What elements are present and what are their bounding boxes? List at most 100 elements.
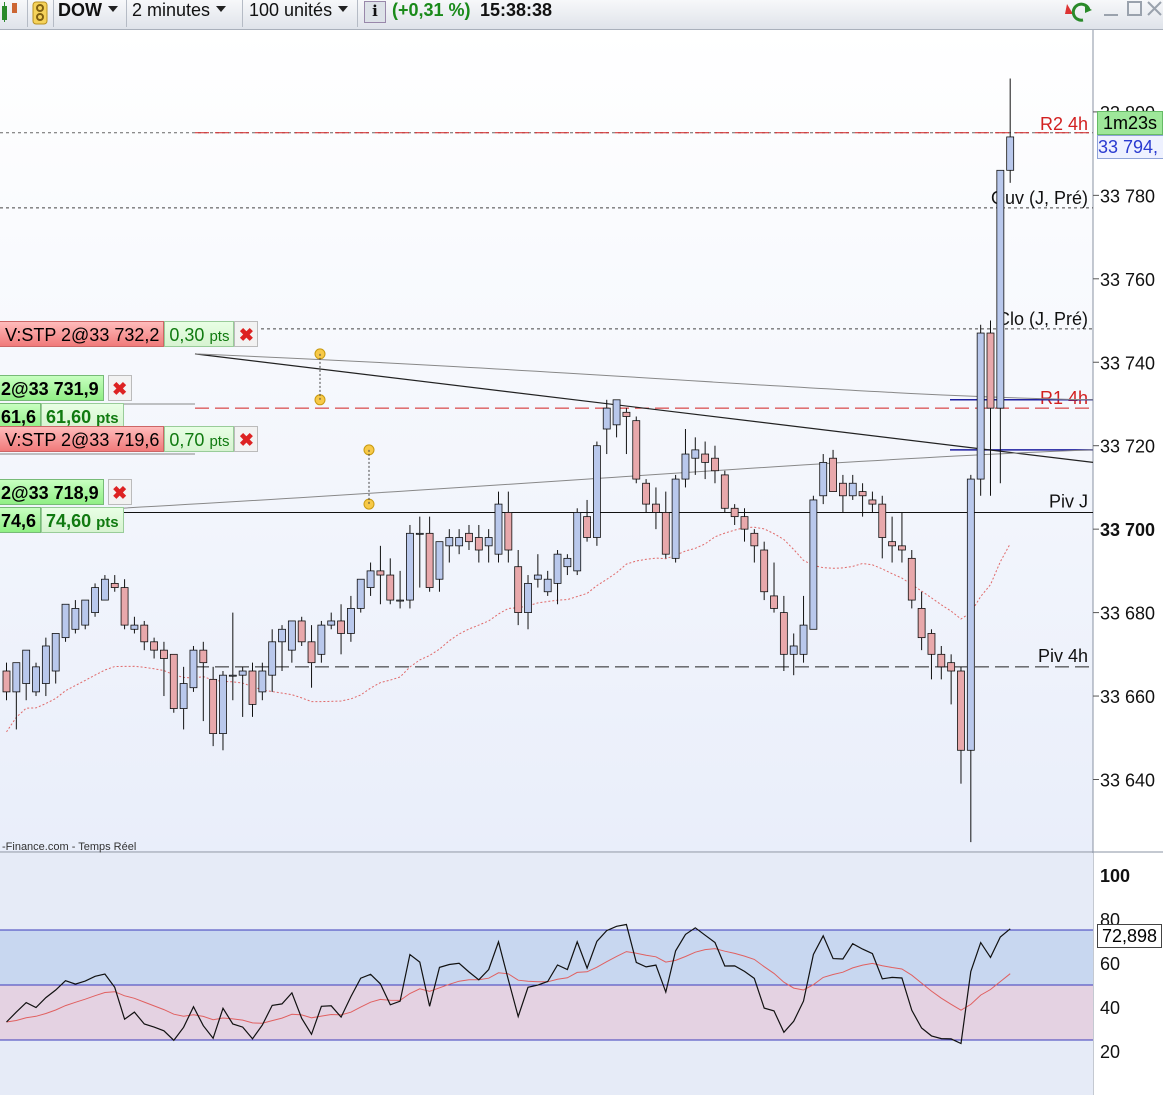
candle [386, 574, 395, 601]
order-pts: 0,70 pts [164, 426, 235, 452]
instrument-label: DOW [58, 0, 102, 20]
order-tag-2[interactable]: 2@33 731,9 ✖ [0, 375, 132, 401]
candle [41, 645, 50, 684]
rsi-value-badge: 72,898 [1097, 924, 1162, 948]
pivj-label: Piv J [1049, 491, 1088, 511]
rsi-axis-label: 20 [1100, 1042, 1120, 1062]
candle [337, 620, 345, 634]
candle [287, 620, 296, 651]
candle [907, 557, 916, 601]
units-label: 100 unités [249, 0, 333, 20]
candle [661, 512, 670, 555]
candle [858, 491, 867, 497]
candle [996, 169, 1005, 409]
candle [730, 507, 739, 518]
r1-label: R1 4h [1040, 388, 1088, 408]
candle [720, 474, 729, 509]
candle [209, 678, 218, 735]
candle [701, 453, 710, 463]
candlestick-type-icon[interactable] [0, 0, 26, 29]
timer-badge: 1m23s [1097, 111, 1163, 135]
candle [268, 641, 277, 676]
candle [671, 478, 680, 559]
axis-tick-label: 33 760 [1100, 270, 1155, 290]
order-pts-4: 74,6 74,60 pts [0, 507, 124, 533]
candle [573, 512, 582, 572]
order-label: V:STP 2@33 719,6 [0, 426, 165, 452]
order-tag-4[interactable]: 2@33 718,9 ✖ [0, 479, 132, 505]
timeframe-select[interactable]: 2 minutes [132, 0, 227, 29]
candle [160, 649, 168, 659]
candle [681, 453, 690, 480]
candle [32, 666, 40, 693]
rsi-axis-label: 60 [1100, 954, 1120, 974]
position-label: 2@33 731,9 [0, 375, 104, 401]
minimize-icon[interactable] [1102, 0, 1120, 29]
refresh-icon[interactable] [1061, 0, 1093, 29]
candle [898, 545, 906, 551]
candle [888, 541, 896, 547]
candle [130, 624, 139, 630]
candle [839, 482, 847, 497]
candle [986, 332, 995, 409]
close-order-icon[interactable]: ✖ [234, 321, 259, 347]
candle [937, 653, 946, 668]
price-chart[interactable]: R2 4h Ouv (J, Pré) Clo (J, Pré) R1 4h Piv J P… [0, 30, 1163, 1095]
chevron-down-icon [216, 6, 227, 13]
close-icon[interactable] [1146, 0, 1163, 29]
candle [819, 461, 828, 497]
source-label: -Finance.com - Temps Réel [2, 841, 136, 853]
clo-label: Clo (J, Pré) [997, 309, 1088, 329]
candle [750, 532, 759, 547]
link-icon[interactable] [30, 0, 50, 29]
candle [789, 645, 798, 655]
order-tag-1[interactable]: V:STP 2@33 732,2 0,30 pts ✖ [0, 321, 259, 347]
candle [101, 578, 109, 601]
candle [110, 582, 119, 588]
candle [445, 537, 454, 547]
candle [71, 608, 80, 630]
candle [228, 674, 237, 677]
candle [61, 603, 70, 639]
candle [504, 512, 513, 551]
candle [346, 608, 355, 634]
candle [199, 649, 208, 664]
close-position-icon[interactable]: ✖ [107, 479, 132, 505]
order-pts: 0,30 pts [164, 321, 235, 347]
candle [189, 649, 198, 689]
ouv-label: Ouv (J, Pré) [991, 188, 1088, 208]
close-position-icon[interactable]: ✖ [107, 375, 132, 401]
candle [425, 532, 434, 588]
candle [455, 537, 464, 547]
candle [642, 482, 650, 505]
candle [957, 670, 965, 751]
candle [809, 499, 818, 630]
candle [81, 599, 90, 626]
candle [583, 516, 591, 538]
candle [366, 570, 375, 588]
axis-tick-label: 33 640 [1100, 771, 1155, 791]
candle [179, 683, 188, 709]
instrument-select[interactable]: DOW [58, 0, 118, 29]
candle [415, 532, 424, 535]
candle [514, 566, 523, 614]
candle [327, 620, 336, 626]
candle [711, 457, 719, 472]
close-order-icon[interactable]: ✖ [234, 426, 259, 452]
chevron-down-icon [108, 6, 118, 13]
order-tag-3[interactable]: V:STP 2@33 719,6 0,70 pts ✖ [0, 426, 259, 452]
last-price-badge: 33 794, [1097, 135, 1163, 159]
candle [799, 624, 808, 655]
candle [2, 670, 11, 693]
candle [760, 549, 769, 593]
maximize-icon[interactable] [1126, 0, 1144, 29]
candle [150, 641, 159, 651]
candle [51, 633, 60, 672]
candle [878, 503, 887, 538]
info-icon[interactable]: i [364, 1, 386, 23]
units-select[interactable]: 100 unités [249, 0, 349, 29]
candle [563, 557, 572, 568]
candle [356, 578, 365, 609]
candle [435, 541, 444, 580]
axis-tick-label: 33 720 [1100, 437, 1155, 457]
